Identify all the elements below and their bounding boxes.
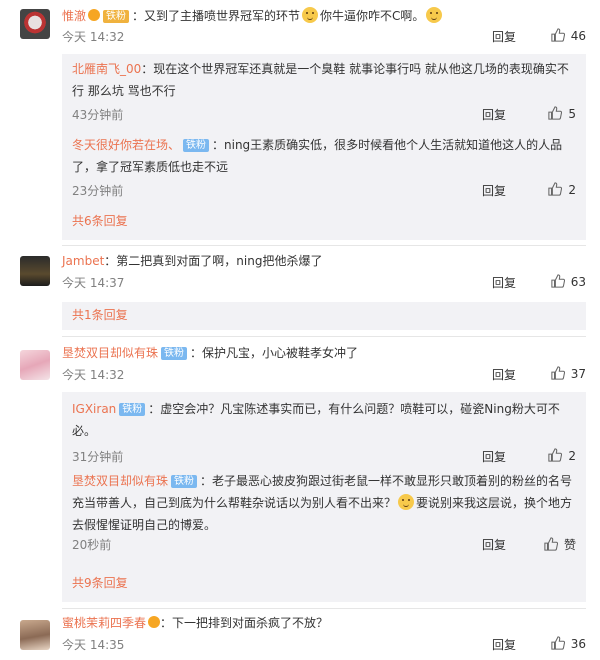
divider	[62, 336, 586, 337]
reply-button[interactable]: 回复	[482, 106, 506, 123]
like-button[interactable]: 5	[516, 106, 576, 121]
fan-badge: 铁粉	[171, 475, 198, 488]
username-link[interactable]: 蜜桃茉莉四季春	[62, 616, 146, 630]
emoji-icon	[426, 7, 443, 23]
like-button[interactable]: 2	[516, 182, 576, 197]
timestamp: 今天 14:35	[62, 638, 125, 652]
thumbs-up-icon	[551, 274, 565, 288]
comment-meta: 今天 14:37 回复 63	[62, 274, 586, 294]
expand-replies-link[interactable]: 共9条回复	[72, 574, 128, 591]
reply-button[interactable]: 回复	[492, 366, 516, 383]
like-count: 63	[570, 275, 586, 289]
reply-button[interactable]: 回复	[492, 28, 516, 45]
comment-body-continued: 你牛逼你咋不C啊。	[320, 9, 425, 23]
reply-text: 北雁南飞_00：现在这个世界冠军还真就是一个臭鞋 就事论事行吗 就从他这几场的表…	[72, 58, 576, 102]
like-count: 赞	[563, 538, 576, 552]
timestamp: 今天 14:32	[62, 368, 125, 382]
username-link[interactable]: 惟澈	[62, 9, 86, 23]
comment-text: Jambet：第二把真到对面了啊，ning把他杀爆了	[62, 250, 586, 272]
avatar[interactable]	[20, 9, 50, 39]
timestamp: 今天 14:37	[62, 276, 125, 290]
comment-meta: 今天 14:35 回复 36	[62, 636, 586, 656]
like-count: 2	[568, 183, 576, 197]
avatar[interactable]	[20, 256, 50, 286]
fan-badge: 铁粉	[161, 347, 188, 360]
thumbs-up-icon	[544, 537, 558, 551]
vip-icon	[88, 9, 101, 21]
divider	[62, 245, 586, 246]
like-count: 5	[568, 107, 576, 121]
thumbs-up-icon	[551, 366, 565, 380]
timestamp: 20秒前	[72, 538, 112, 552]
reply-meta: 23分钟前 回复 2	[72, 182, 576, 202]
timestamp: 31分钟前	[72, 450, 124, 464]
reply-text: IGXiran 铁粉 ：虚空会冲？凡宝陈述事实而已，有什么问题？喷鞋可以，碰瓷Nin…	[72, 398, 576, 442]
avatar[interactable]	[20, 350, 50, 380]
reply-button[interactable]: 回复	[492, 274, 516, 291]
replies-box: IGXiran 铁粉 ：虚空会冲？凡宝陈述事实而已，有什么问题？喷鞋可以，碰瓷Nin…	[62, 392, 586, 602]
emoji-icon	[302, 7, 319, 23]
comment-body: ：下一把排到对面杀疯了不放？	[160, 616, 329, 630]
thumbs-up-icon	[551, 28, 565, 42]
reply-button[interactable]: 回复	[482, 182, 506, 199]
comment-body: ：第二把真到对面了啊，ning把他杀爆了	[104, 254, 323, 268]
like-count: 46	[570, 29, 586, 43]
like-button[interactable]: 赞	[516, 536, 576, 553]
thumbs-up-icon	[551, 636, 565, 650]
username-link[interactable]: 北雁南飞_00	[72, 62, 141, 76]
username-link[interactable]: 垦焚双目却似有珠	[62, 346, 158, 360]
timestamp: 43分钟前	[72, 108, 124, 122]
thumbs-up-icon	[548, 448, 563, 462]
thumbs-up-icon	[548, 182, 563, 196]
reply-button[interactable]: 回复	[482, 448, 506, 465]
timestamp: 23分钟前	[72, 184, 124, 198]
comment-meta: 今天 14:32 回复 46	[62, 28, 586, 48]
emoji-icon	[398, 494, 415, 510]
reply-text: 冬天很好你若在场、 铁粉 ：ning王素质确实低，很多时候看他个人生活就知道他这人的…	[72, 134, 576, 178]
comment-text: 垦焚双目却似有珠 铁粉 ：保护凡宝，小心被鞋孝女冲了	[62, 342, 586, 364]
avatar[interactable]	[20, 620, 50, 650]
reply-text: 垦焚双目却似有珠 铁粉 ：老子最恶心披皮狗跟过街老鼠一样不敢显形只敢顶着别的粉丝的名…	[72, 470, 576, 536]
divider	[62, 608, 586, 609]
reply-meta: 43分钟前 回复 5	[72, 106, 576, 126]
comment-meta: 今天 14:32 回复 37	[62, 366, 586, 386]
username-link[interactable]: Jambet	[62, 254, 104, 268]
reply-body: ：现在这个世界冠军还真就是一个臭鞋 就事论事行吗 就从他这几场的表现确实不行 那…	[72, 62, 569, 98]
username-link[interactable]: 垦焚双目却似有珠	[72, 474, 168, 488]
comment-body: ：又到了主播喷世界冠军的环节	[132, 9, 301, 23]
reply-meta: 20秒前 回复 赞	[72, 536, 576, 556]
reply-button[interactable]: 回复	[482, 536, 506, 553]
thumbs-up-icon	[548, 106, 563, 120]
like-button[interactable]: 36	[526, 636, 586, 651]
username-link[interactable]: 冬天很好你若在场、	[72, 138, 180, 152]
like-button[interactable]: 37	[526, 366, 586, 381]
comment-text: 惟澈 铁粉 ：又到了主播喷世界冠军的环节 你牛逼你咋不C啊。	[62, 5, 586, 27]
username-link[interactable]: IGXiran	[72, 402, 116, 416]
comment-body: ：保护凡宝，小心被鞋孝女冲了	[190, 346, 359, 360]
timestamp: 今天 14:32	[62, 30, 125, 44]
like-button[interactable]: 2	[516, 448, 576, 463]
replies-box: 北雁南飞_00：现在这个世界冠军还真就是一个臭鞋 就事论事行吗 就从他这几场的表…	[62, 54, 586, 240]
vip-icon	[148, 616, 161, 628]
like-count: 2	[568, 449, 576, 463]
comment-text: 蜜桃茉莉四季春 ：下一把排到对面杀疯了不放？	[62, 612, 586, 634]
reply-body: ：虚空会冲？凡宝陈述事实而已，有什么问题？喷鞋可以，碰瓷Ning粉大可不必。	[72, 402, 560, 438]
like-button[interactable]: 63	[526, 274, 586, 289]
like-count: 37	[570, 367, 586, 381]
like-count: 36	[570, 637, 586, 651]
replies-box: 共1条回复	[62, 302, 586, 330]
expand-replies-link[interactable]: 共6条回复	[72, 212, 128, 229]
fan-badge: 铁粉	[119, 403, 146, 416]
fan-badge: 铁粉	[103, 10, 130, 23]
reply-meta: 31分钟前 回复 2	[72, 448, 576, 468]
reply-button[interactable]: 回复	[492, 636, 516, 653]
expand-replies-link[interactable]: 共1条回复	[72, 306, 128, 323]
like-button[interactable]: 46	[526, 28, 586, 43]
fan-badge: 铁粉	[183, 139, 210, 152]
